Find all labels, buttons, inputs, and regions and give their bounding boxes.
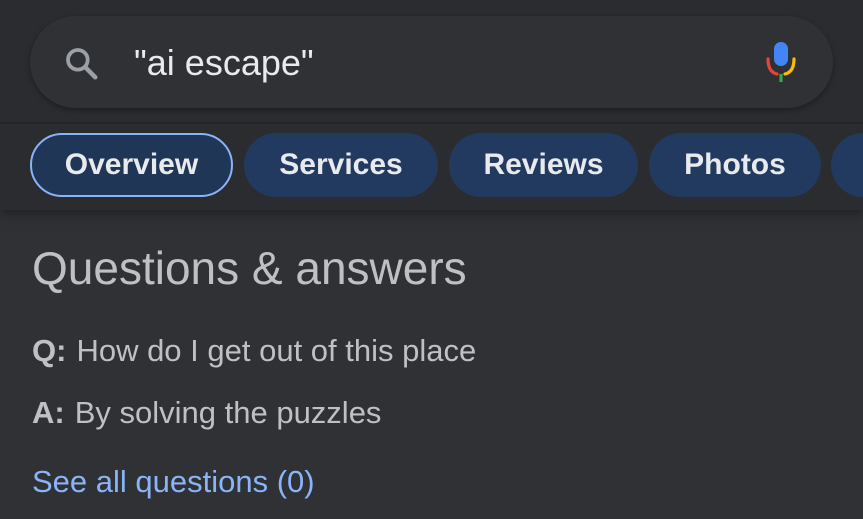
header: "ai escape" Overview Services Reviews Ph… xyxy=(0,0,863,210)
question-line: Q: How do I get out of this place xyxy=(32,331,476,371)
tab-overview[interactable]: Overview xyxy=(30,133,233,197)
tab-services[interactable]: Services xyxy=(244,133,438,197)
answer-prefix: A: xyxy=(32,395,65,430)
tab-reviews[interactable]: Reviews xyxy=(449,133,638,197)
qa-heading: Questions & answers xyxy=(32,242,467,294)
tab-next-partial[interactable] xyxy=(831,133,863,197)
question-text: How do I get out of this place xyxy=(76,333,477,368)
answer-text: By solving the puzzles xyxy=(74,395,382,430)
tab-photos[interactable]: Photos xyxy=(649,133,821,197)
answer-line: A: By solving the puzzles xyxy=(32,393,381,433)
tab-bar: Overview Services Reviews Photos xyxy=(0,131,863,201)
microphone-icon[interactable] xyxy=(764,40,798,84)
header-divider xyxy=(0,122,863,124)
see-all-questions-link[interactable]: See all questions (0) xyxy=(32,461,315,503)
search-input[interactable]: "ai escape" xyxy=(134,39,314,87)
question-prefix: Q: xyxy=(32,333,67,368)
search-icon[interactable] xyxy=(62,44,100,82)
